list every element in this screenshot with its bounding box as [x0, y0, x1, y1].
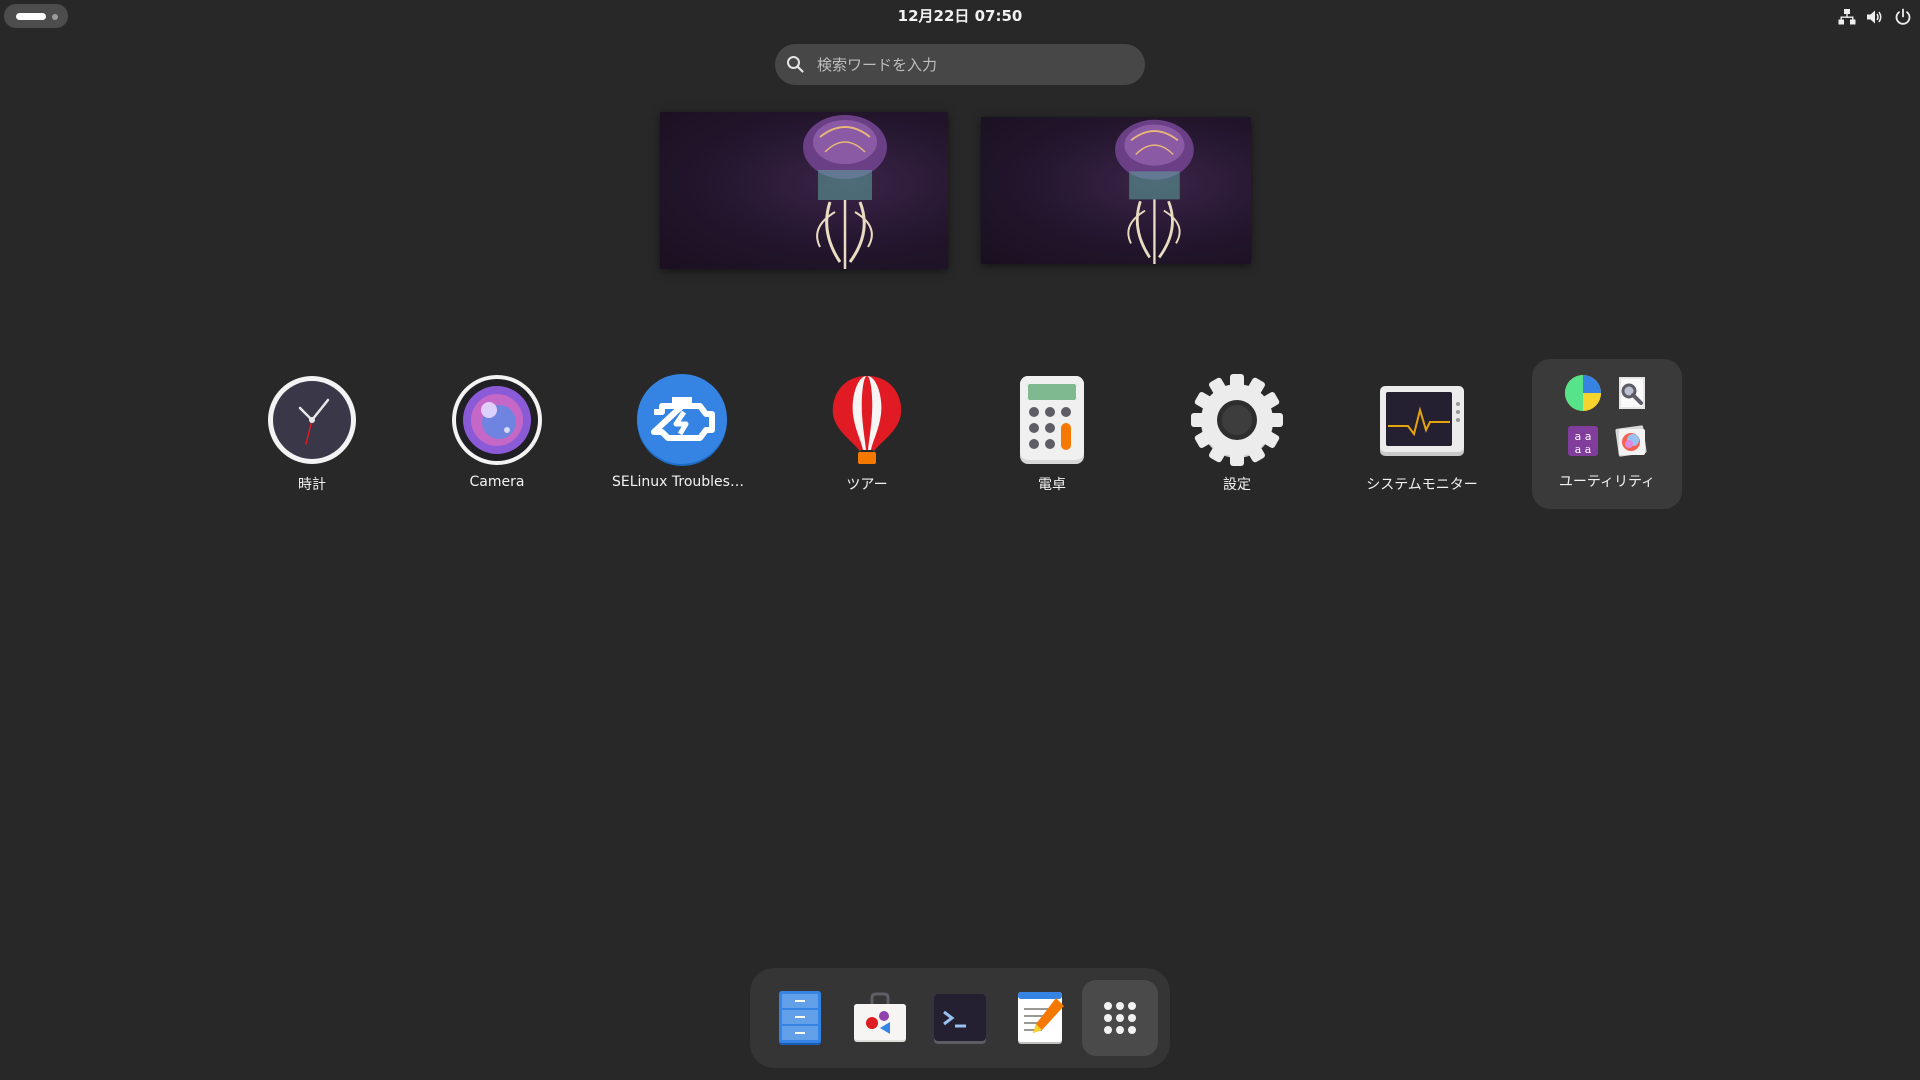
app-label: SELinux Troubleshooter — [612, 474, 752, 490]
app-system-monitor[interactable]: システムモニター — [1347, 362, 1497, 512]
system-monitor-icon — [1380, 386, 1464, 456]
dash-item-text-editor[interactable] — [1002, 980, 1078, 1056]
system-tray[interactable] — [1838, 7, 1912, 27]
app-label: 電卓 — [1038, 477, 1066, 493]
utilities-folder[interactable]: a a a a ユーティリティ — [1532, 359, 1682, 509]
search-input[interactable] — [815, 44, 1135, 85]
app-tour[interactable]: ツアー — [792, 362, 942, 512]
app-clocks[interactable]: 時計 — [237, 362, 387, 512]
workspace-thumbnail-1[interactable] — [660, 112, 948, 269]
inactive-workspace-indicator — [52, 14, 58, 20]
disk-usage-icon — [1565, 375, 1601, 411]
app-settings[interactable]: 設定 — [1162, 362, 1312, 512]
power-icon[interactable] — [1894, 8, 1912, 26]
clock-icon — [268, 376, 356, 464]
selinux-troubleshooter-icon — [637, 374, 727, 466]
folder-label: ユーティリティ — [1558, 474, 1656, 490]
workspace-thumbnail-2[interactable] — [981, 117, 1251, 264]
app-label: 設定 — [1223, 477, 1251, 493]
top-bar: 12月22日 07:50 — [0, 0, 1920, 33]
network-icon[interactable] — [1838, 8, 1856, 26]
dash-item-software[interactable] — [842, 980, 918, 1056]
dash-item-terminal[interactable] — [922, 980, 998, 1056]
app-label: Camera — [469, 474, 525, 490]
svg-text:a a: a a — [1575, 430, 1592, 443]
fonts-icon: a a a a — [1568, 426, 1598, 456]
activities-button[interactable] — [4, 4, 68, 28]
app-calculator[interactable]: 電卓 — [977, 362, 1127, 512]
app-label: 時計 — [298, 477, 326, 493]
app-label: ツアー — [846, 477, 888, 493]
search-icon — [787, 56, 804, 73]
app-grid-icon — [1104, 1002, 1136, 1034]
software-store-icon — [854, 992, 906, 1042]
app-selinux-troubleshooter[interactable]: SELinux Troubleshooter — [607, 362, 757, 512]
settings-gear-icon — [1191, 374, 1283, 466]
camera-icon — [452, 375, 542, 465]
app-camera[interactable]: Camera — [422, 362, 572, 512]
search-entry[interactable] — [775, 44, 1145, 85]
show-apps-button[interactable] — [1082, 980, 1158, 1056]
text-editor-icon — [1018, 992, 1064, 1044]
dash-item-files[interactable] — [762, 980, 838, 1056]
dash — [750, 968, 1170, 1068]
files-icon — [779, 991, 821, 1045]
image-viewer-icon — [1615, 425, 1647, 457]
document-scanner-icon — [1619, 377, 1645, 409]
tour-balloon-icon — [832, 376, 902, 464]
volume-icon[interactable] — [1866, 8, 1884, 26]
calculator-icon — [1020, 376, 1084, 464]
terminal-icon — [934, 994, 986, 1044]
utilities-folder-icon: a a a a — [1559, 369, 1655, 465]
active-workspace-indicator — [16, 13, 46, 20]
svg-text:a a: a a — [1575, 443, 1592, 456]
clock-date-time[interactable]: 12月22日 07:50 — [860, 0, 1060, 33]
jellyfish-wallpaper-image — [1115, 119, 1194, 264]
jellyfish-wallpaper-image — [803, 115, 887, 269]
app-label: システムモニター — [1366, 477, 1478, 493]
